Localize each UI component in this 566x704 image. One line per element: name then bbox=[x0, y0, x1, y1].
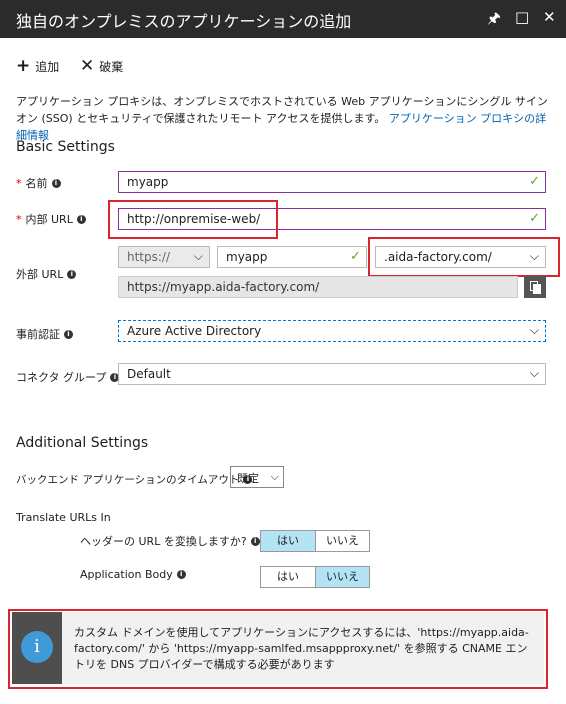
connector-group-value: Default bbox=[127, 367, 171, 381]
required-mark: * bbox=[16, 176, 22, 190]
preauth-select[interactable]: Azure Active Directory ⌵ bbox=[118, 320, 546, 342]
subdomain-input[interactable]: myapp ✓ bbox=[217, 246, 367, 268]
check-icon: ✓ bbox=[529, 174, 540, 189]
external-url-label: 外部 URL i bbox=[16, 266, 77, 282]
app-body-toggle[interactable]: はい いいえ bbox=[260, 566, 370, 588]
chevron-down-icon: ⌵ bbox=[193, 249, 203, 263]
name-label-text: 名前 bbox=[25, 177, 48, 190]
external-url-full-value: https://myapp.aida-factory.com/ bbox=[127, 280, 320, 294]
app-body-no-option[interactable]: いいえ bbox=[315, 567, 369, 587]
discard-button[interactable]: ✕ 破棄 bbox=[80, 56, 123, 76]
preauth-label-text: 事前認証 bbox=[16, 328, 60, 341]
timeout-value: 既定 bbox=[237, 472, 259, 485]
timeout-label: バックエンド アプリケーションのタイムアウト i bbox=[16, 472, 253, 487]
additional-settings-heading: Additional Settings bbox=[16, 435, 149, 451]
name-input[interactable]: myapp ✓ bbox=[118, 171, 546, 193]
pin-icon[interactable]: 🖈︎ bbox=[487, 8, 501, 33]
info-icon[interactable]: i bbox=[76, 214, 86, 224]
copy-icon[interactable] bbox=[524, 276, 546, 298]
external-url-label-text: 外部 URL bbox=[16, 268, 64, 281]
info-icon[interactable]: i bbox=[176, 570, 186, 579]
timeout-label-text: バックエンド アプリケーションのタイムアウト bbox=[16, 474, 240, 486]
add-button[interactable]: + 追加 bbox=[16, 56, 59, 76]
plus-icon: + bbox=[16, 56, 31, 76]
add-label: 追加 bbox=[35, 59, 60, 74]
x-icon: ✕ bbox=[80, 56, 95, 76]
headers-yes-option[interactable]: はい bbox=[261, 531, 315, 551]
headers-no-option[interactable]: いいえ bbox=[315, 531, 369, 551]
maximize-icon[interactable]: □ bbox=[515, 8, 529, 26]
highlight-internal-url bbox=[108, 200, 278, 239]
timeout-select[interactable]: 既定 ⌵ bbox=[230, 466, 284, 488]
chevron-down-icon: ⌵ bbox=[529, 323, 539, 337]
subdomain-value: myapp bbox=[226, 250, 268, 264]
app-body-yes-option[interactable]: はい bbox=[261, 567, 315, 587]
check-icon: ✓ bbox=[350, 249, 361, 264]
chevron-down-icon: ⌵ bbox=[270, 470, 279, 483]
info-icon[interactable]: i bbox=[250, 536, 260, 546]
headers-label: ヘッダーの URL を変換しますか? i bbox=[80, 533, 260, 549]
basic-settings-heading: Basic Settings bbox=[16, 139, 115, 155]
app-body-label-text: Application Body bbox=[80, 568, 173, 581]
headers-toggle[interactable]: はい いいえ bbox=[260, 530, 370, 552]
required-mark: * bbox=[16, 212, 22, 226]
window-title: 独自のオンプレミスのアプリケーションの追加 bbox=[16, 12, 352, 31]
translate-urls-heading: Translate URLs In bbox=[16, 511, 111, 524]
scheme-value: https:// bbox=[127, 250, 171, 264]
connector-group-label: コネクタ グループ i bbox=[16, 369, 120, 385]
scheme-select[interactable]: https:// ⌵ bbox=[118, 246, 210, 268]
name-value: myapp bbox=[127, 175, 169, 189]
description: アプリケーション プロキシは、オンプレミスでホストされている Web アプリケー… bbox=[16, 93, 552, 144]
info-icon[interactable]: i bbox=[51, 178, 61, 188]
close-icon[interactable]: ✕ bbox=[543, 8, 556, 26]
internal-url-label-text: 内部 URL bbox=[25, 213, 73, 226]
toolbar: + 追加 ✕ 破棄 bbox=[0, 48, 566, 78]
info-icon[interactable]: i bbox=[67, 269, 77, 279]
info-icon[interactable]: i bbox=[64, 329, 73, 339]
connector-group-label-text: コネクタ グループ bbox=[16, 371, 107, 384]
chevron-down-icon: ⌵ bbox=[529, 366, 539, 380]
connector-group-select[interactable]: Default ⌵ bbox=[118, 363, 546, 385]
internal-url-label: * 内部 URL i bbox=[16, 211, 86, 227]
highlight-domain bbox=[368, 237, 560, 277]
preauth-value: Azure Active Directory bbox=[127, 324, 262, 338]
app-body-label: Application Body i bbox=[80, 568, 186, 581]
discard-label: 破棄 bbox=[99, 59, 124, 74]
preauth-label: 事前認証 i bbox=[16, 326, 73, 342]
highlight-notice bbox=[8, 609, 548, 689]
check-icon: ✓ bbox=[529, 211, 540, 226]
headers-label-text: ヘッダーの URL を変換しますか? bbox=[80, 535, 247, 548]
name-label: * 名前 i bbox=[16, 175, 61, 191]
external-url-full: https://myapp.aida-factory.com/ bbox=[118, 276, 518, 298]
translate-urls-heading-text: Translate URLs In bbox=[16, 511, 111, 524]
title-bar: 独自のオンプレミスのアプリケーションの追加 🖈︎ □ ✕ bbox=[0, 0, 566, 38]
